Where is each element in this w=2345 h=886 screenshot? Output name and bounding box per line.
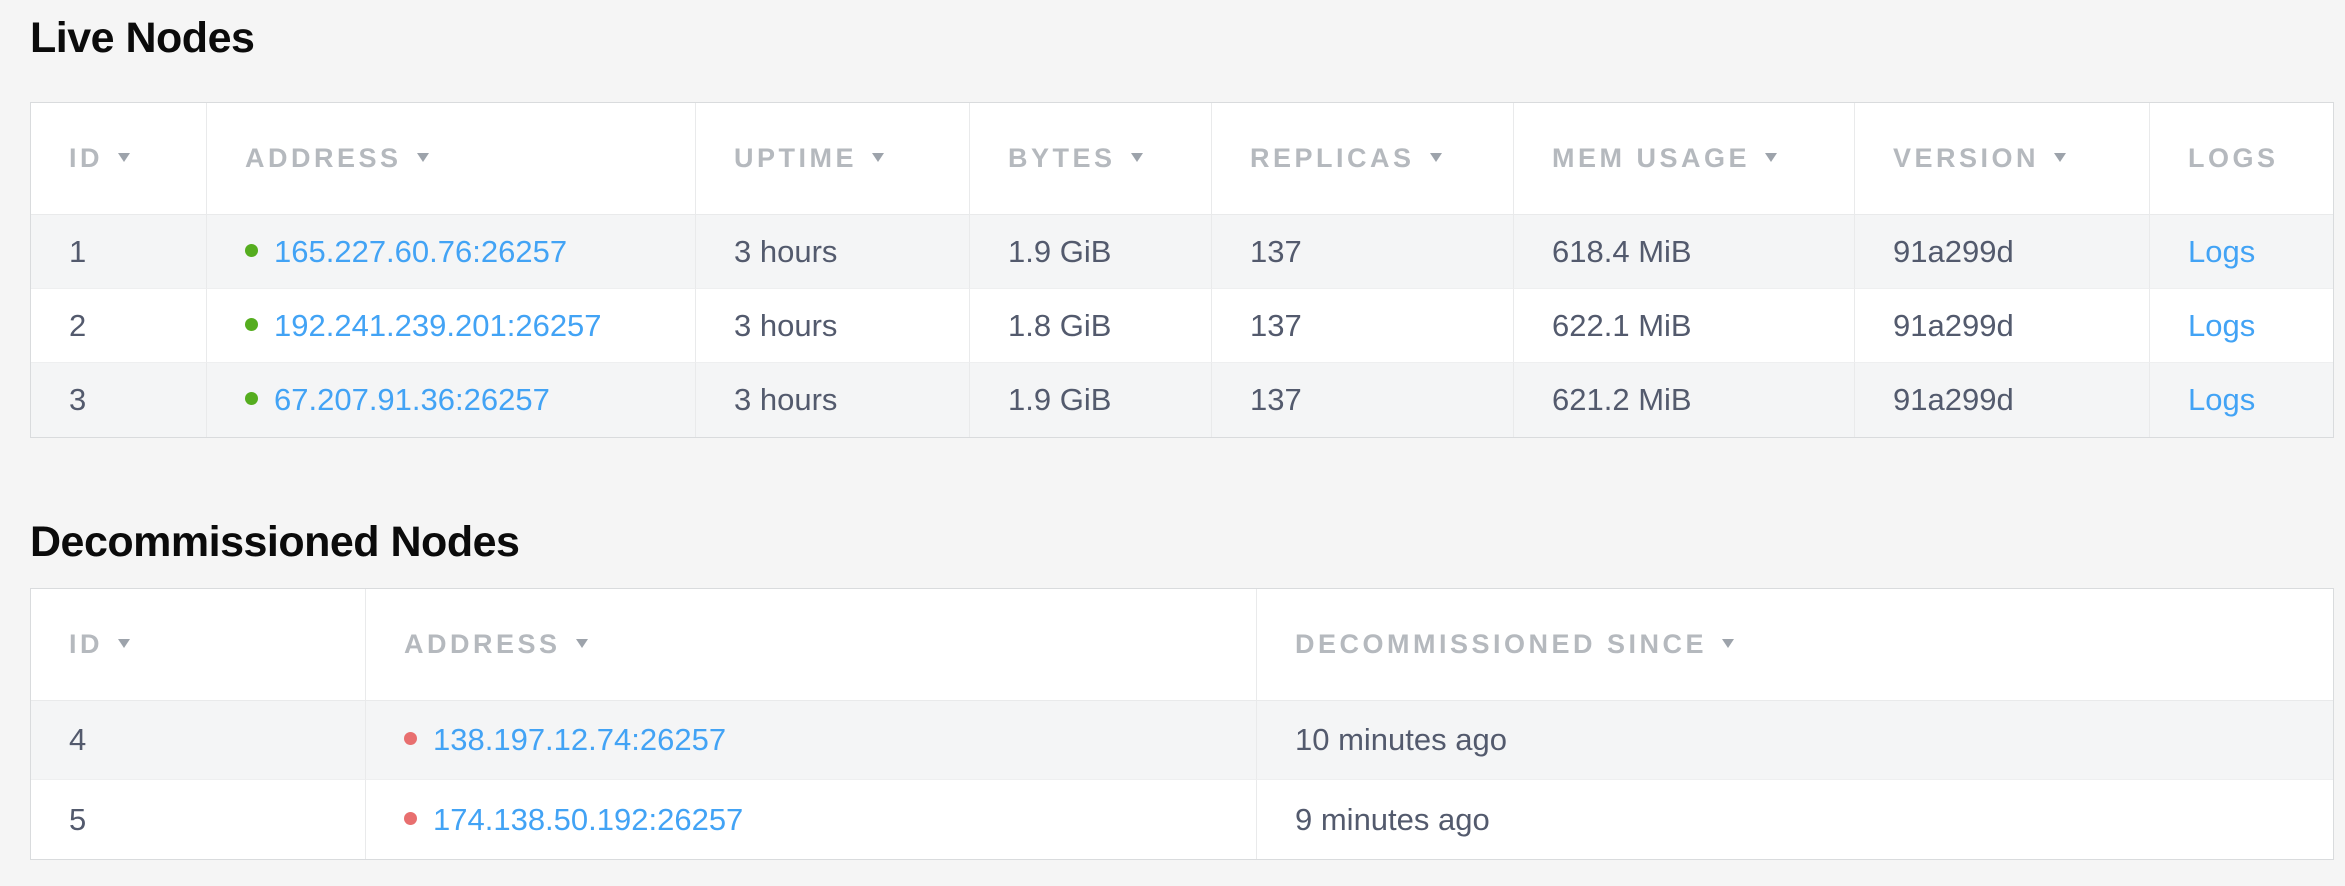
node-uptime-cell: 3 hours <box>696 363 970 437</box>
sort-arrow-icon <box>2054 153 2066 162</box>
node-bytes-cell: 1.8 GiB <box>970 289 1212 363</box>
node-id-cell: 4 <box>31 701 366 780</box>
logs-link[interactable]: Logs <box>2188 382 2255 417</box>
node-address-cell: 67.207.91.36:26257 <box>207 363 696 437</box>
node-logs-cell: Logs <box>2150 215 2333 289</box>
column-header-bytes[interactable]: BYTES <box>970 103 1212 215</box>
node-logs-cell: Logs <box>2150 289 2333 363</box>
column-header-address[interactable]: ADDRESS <box>207 103 696 215</box>
live-status-icon <box>245 244 258 257</box>
node-version-cell: 91a299d <box>1855 215 2150 289</box>
decommissioned-since-cell: 10 minutes ago <box>1257 701 2333 780</box>
node-bytes-cell: 1.9 GiB <box>970 363 1212 437</box>
node-address-cell: 174.138.50.192:26257 <box>366 780 1257 859</box>
node-bytes-cell: 1.9 GiB <box>970 215 1212 289</box>
sort-arrow-icon <box>118 639 130 648</box>
node-replicas-cell: 137 <box>1212 363 1514 437</box>
sort-arrow-icon <box>1765 153 1777 162</box>
node-address-cell: 192.241.239.201:26257 <box>207 289 696 363</box>
column-header-id[interactable]: ID <box>31 589 366 701</box>
sort-arrow-icon <box>417 153 429 162</box>
node-id-cell: 2 <box>31 289 207 363</box>
node-id-cell: 3 <box>31 363 207 437</box>
node-uptime-cell: 3 hours <box>696 215 970 289</box>
cluster-nodes-page: Live Nodes ID ADDRESS UPTIME BYTES REPLI… <box>0 0 2345 860</box>
sort-arrow-icon <box>1131 153 1143 162</box>
sort-arrow-icon <box>872 153 884 162</box>
column-header-id[interactable]: ID <box>31 103 207 215</box>
node-mem-usage-cell: 621.2 MiB <box>1514 363 1855 437</box>
column-header-mem-usage[interactable]: MEM USAGE <box>1514 103 1855 215</box>
sort-arrow-icon <box>1430 153 1442 162</box>
node-logs-cell: Logs <box>2150 363 2333 437</box>
node-id-cell: 5 <box>31 780 366 859</box>
live-nodes-table: ID ADDRESS UPTIME BYTES REPLICAS MEM USA… <box>30 102 2334 438</box>
decommissioned-nodes-table: ID ADDRESS DECOMMISSIONED SINCE 4 138.19… <box>30 588 2334 860</box>
node-id-cell: 1 <box>31 215 207 289</box>
node-address-cell: 165.227.60.76:26257 <box>207 215 696 289</box>
live-status-icon <box>245 318 258 331</box>
column-header-version[interactable]: VERSION <box>1855 103 2150 215</box>
table-row: 1 165.227.60.76:26257 3 hours 1.9 GiB 13… <box>31 215 2333 289</box>
node-address-link[interactable]: 192.241.239.201:26257 <box>274 308 602 343</box>
table-row: 4 138.197.12.74:26257 10 minutes ago <box>31 701 2333 780</box>
node-uptime-cell: 3 hours <box>696 289 970 363</box>
column-header-uptime[interactable]: UPTIME <box>696 103 970 215</box>
logs-link[interactable]: Logs <box>2188 234 2255 269</box>
node-address-cell: 138.197.12.74:26257 <box>366 701 1257 780</box>
node-mem-usage-cell: 618.4 MiB <box>1514 215 1855 289</box>
decommissioned-status-icon <box>404 812 417 825</box>
decommissioned-status-icon <box>404 732 417 745</box>
sort-arrow-icon <box>576 639 588 648</box>
node-version-cell: 91a299d <box>1855 289 2150 363</box>
sort-arrow-icon <box>118 153 130 162</box>
table-row: 5 174.138.50.192:26257 9 minutes ago <box>31 780 2333 859</box>
node-replicas-cell: 137 <box>1212 215 1514 289</box>
decommissioned-since-cell: 9 minutes ago <box>1257 780 2333 859</box>
node-version-cell: 91a299d <box>1855 363 2150 437</box>
header-row: ID ADDRESS UPTIME BYTES REPLICAS MEM USA… <box>31 103 2333 215</box>
table-row: 3 67.207.91.36:26257 3 hours 1.9 GiB 137… <box>31 363 2333 437</box>
table-row: 2 192.241.239.201:26257 3 hours 1.8 GiB … <box>31 289 2333 363</box>
node-replicas-cell: 137 <box>1212 289 1514 363</box>
node-address-link[interactable]: 174.138.50.192:26257 <box>433 802 743 837</box>
logs-link[interactable]: Logs <box>2188 308 2255 343</box>
node-address-link[interactable]: 67.207.91.36:26257 <box>274 382 550 417</box>
column-header-replicas[interactable]: REPLICAS <box>1212 103 1514 215</box>
header-row: ID ADDRESS DECOMMISSIONED SINCE <box>31 589 2333 701</box>
node-address-link[interactable]: 165.227.60.76:26257 <box>274 234 567 269</box>
node-mem-usage-cell: 622.1 MiB <box>1514 289 1855 363</box>
column-header-address[interactable]: ADDRESS <box>366 589 1257 701</box>
live-nodes-title: Live Nodes <box>30 12 2332 64</box>
sort-arrow-icon <box>1722 639 1734 648</box>
live-status-icon <box>245 392 258 405</box>
decommissioned-nodes-title: Decommissioned Nodes <box>30 516 2332 568</box>
column-header-decommissioned-since[interactable]: DECOMMISSIONED SINCE <box>1257 589 2333 701</box>
node-address-link[interactable]: 138.197.12.74:26257 <box>433 722 726 757</box>
column-header-logs: LOGS <box>2150 103 2333 215</box>
